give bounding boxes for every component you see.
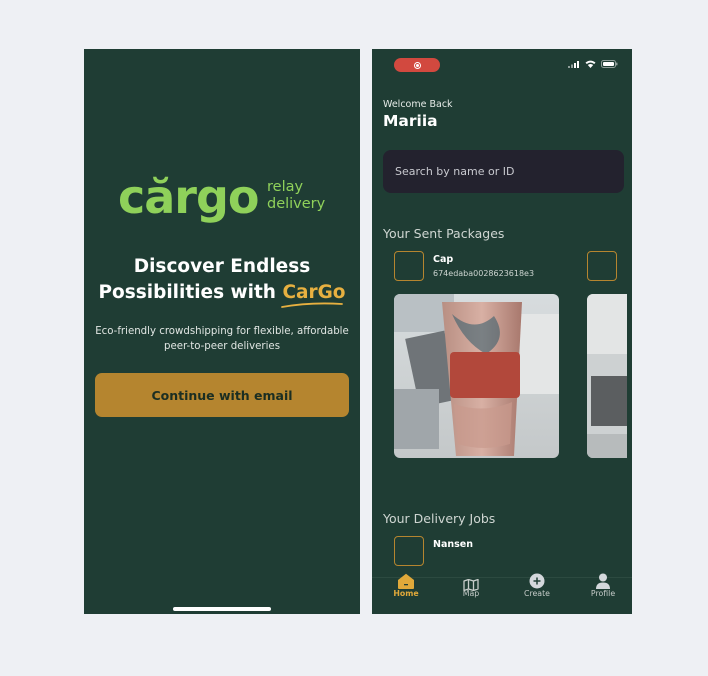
delivery-job-thumbnail[interactable] [394, 536, 424, 566]
headline-line2-prefix: Possibilities with [98, 282, 276, 303]
welcome-text: Welcome Back [383, 99, 453, 110]
wifi-icon [585, 60, 596, 68]
screen-recording-indicator[interactable] [394, 58, 440, 72]
home-indicator[interactable] [173, 607, 271, 611]
headline-brand-text: CarGo [282, 282, 346, 303]
nav-home-label: Home [393, 589, 419, 598]
logo-subtitle-line2: delivery [267, 196, 326, 212]
logo-wordmark: cărgo [118, 170, 260, 224]
cup-photo-illustration [394, 294, 559, 458]
home-screen: Welcome Back Mariia Your Sent Packages C… [372, 49, 632, 614]
home-icon [398, 573, 414, 589]
package-photo[interactable] [394, 294, 559, 458]
profile-icon [596, 573, 610, 589]
continue-with-email-button[interactable]: Continue with email [95, 373, 349, 417]
add-circle-icon [529, 573, 545, 589]
onboarding-tagline: Eco-friendly crowdshipping for flexible,… [94, 324, 350, 354]
nav-home[interactable]: Home [386, 573, 426, 614]
record-icon [413, 61, 421, 69]
package-id: 674edaba0028623618e3 [433, 269, 535, 278]
package-thumbnail[interactable] [394, 251, 424, 281]
package-name[interactable]: Cap [433, 254, 453, 265]
user-name: Mariia [383, 112, 438, 130]
brand-underline-swoosh [281, 302, 344, 308]
onboarding-screen: cărgo relay delivery Discover Endless Po… [84, 49, 360, 614]
signal-icon [568, 61, 579, 68]
headline-line1: Discover Endless [133, 256, 311, 277]
status-bar-icons [568, 60, 618, 68]
tagline-line1: Eco-friendly crowdshipping for flexible,… [95, 326, 349, 337]
sent-packages-title: Your Sent Packages [383, 226, 505, 241]
tagline-line2: peer-to-peer deliveries [163, 341, 281, 352]
delivery-jobs-title: Your Delivery Jobs [383, 511, 496, 526]
delivery-job-name[interactable]: Nansen [433, 539, 473, 550]
cargo-logo: cărgo relay delivery [84, 167, 360, 229]
nav-profile-label: Profile [590, 589, 616, 598]
headline-line2: Possibilities with CarGo [84, 280, 360, 308]
nav-map-label: Map [462, 589, 480, 598]
nav-profile[interactable]: Profile [583, 573, 623, 614]
package-thumbnail[interactable] [587, 251, 617, 281]
nav-create[interactable]: Create [517, 573, 557, 614]
package-photo[interactable] [587, 294, 627, 458]
logo-subtitle-line1: relay [267, 179, 304, 195]
battery-icon [601, 60, 618, 68]
desk-photo-illustration [587, 294, 627, 458]
nav-map[interactable]: Map [451, 578, 491, 614]
bottom-navigation: Home Map Create Profile [372, 573, 632, 614]
headline-brand: CarGo [281, 282, 346, 308]
onboarding-headline: Discover Endless Possibilities with CarG… [84, 254, 360, 308]
search-input[interactable] [383, 150, 624, 193]
logo-subtitle: relay delivery [267, 179, 325, 213]
nav-create-label: Create [524, 589, 550, 598]
